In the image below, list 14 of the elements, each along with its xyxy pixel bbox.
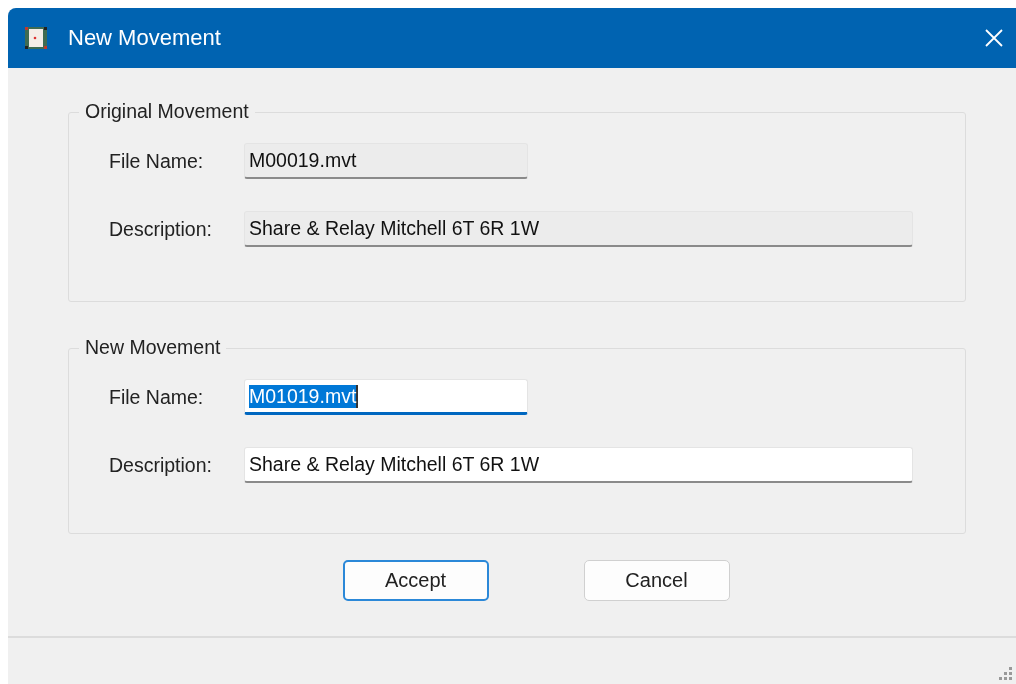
input-field[interactable]: Share & Relay Mitchell 6T 6R 1W — [244, 211, 913, 247]
field-label: Description: — [109, 453, 213, 477]
window-title: New Movement — [68, 25, 222, 51]
input-field[interactable]: M00019.mvt — [244, 143, 528, 179]
field-label: Description: — [109, 217, 213, 241]
close-icon[interactable] — [984, 28, 1004, 48]
field-label: File Name: — [109, 385, 205, 409]
app-icon — [24, 26, 48, 50]
dialog-button[interactable]: Accept — [342, 560, 489, 601]
dialog-button[interactable]: Cancel — [583, 560, 730, 601]
group-title: Original Movement — [79, 100, 255, 123]
resize-grip-icon[interactable] — [998, 666, 1012, 680]
field-label: File Name: — [109, 149, 205, 173]
input-field[interactable]: Share & Relay Mitchell 6T 6R 1W — [244, 447, 913, 483]
